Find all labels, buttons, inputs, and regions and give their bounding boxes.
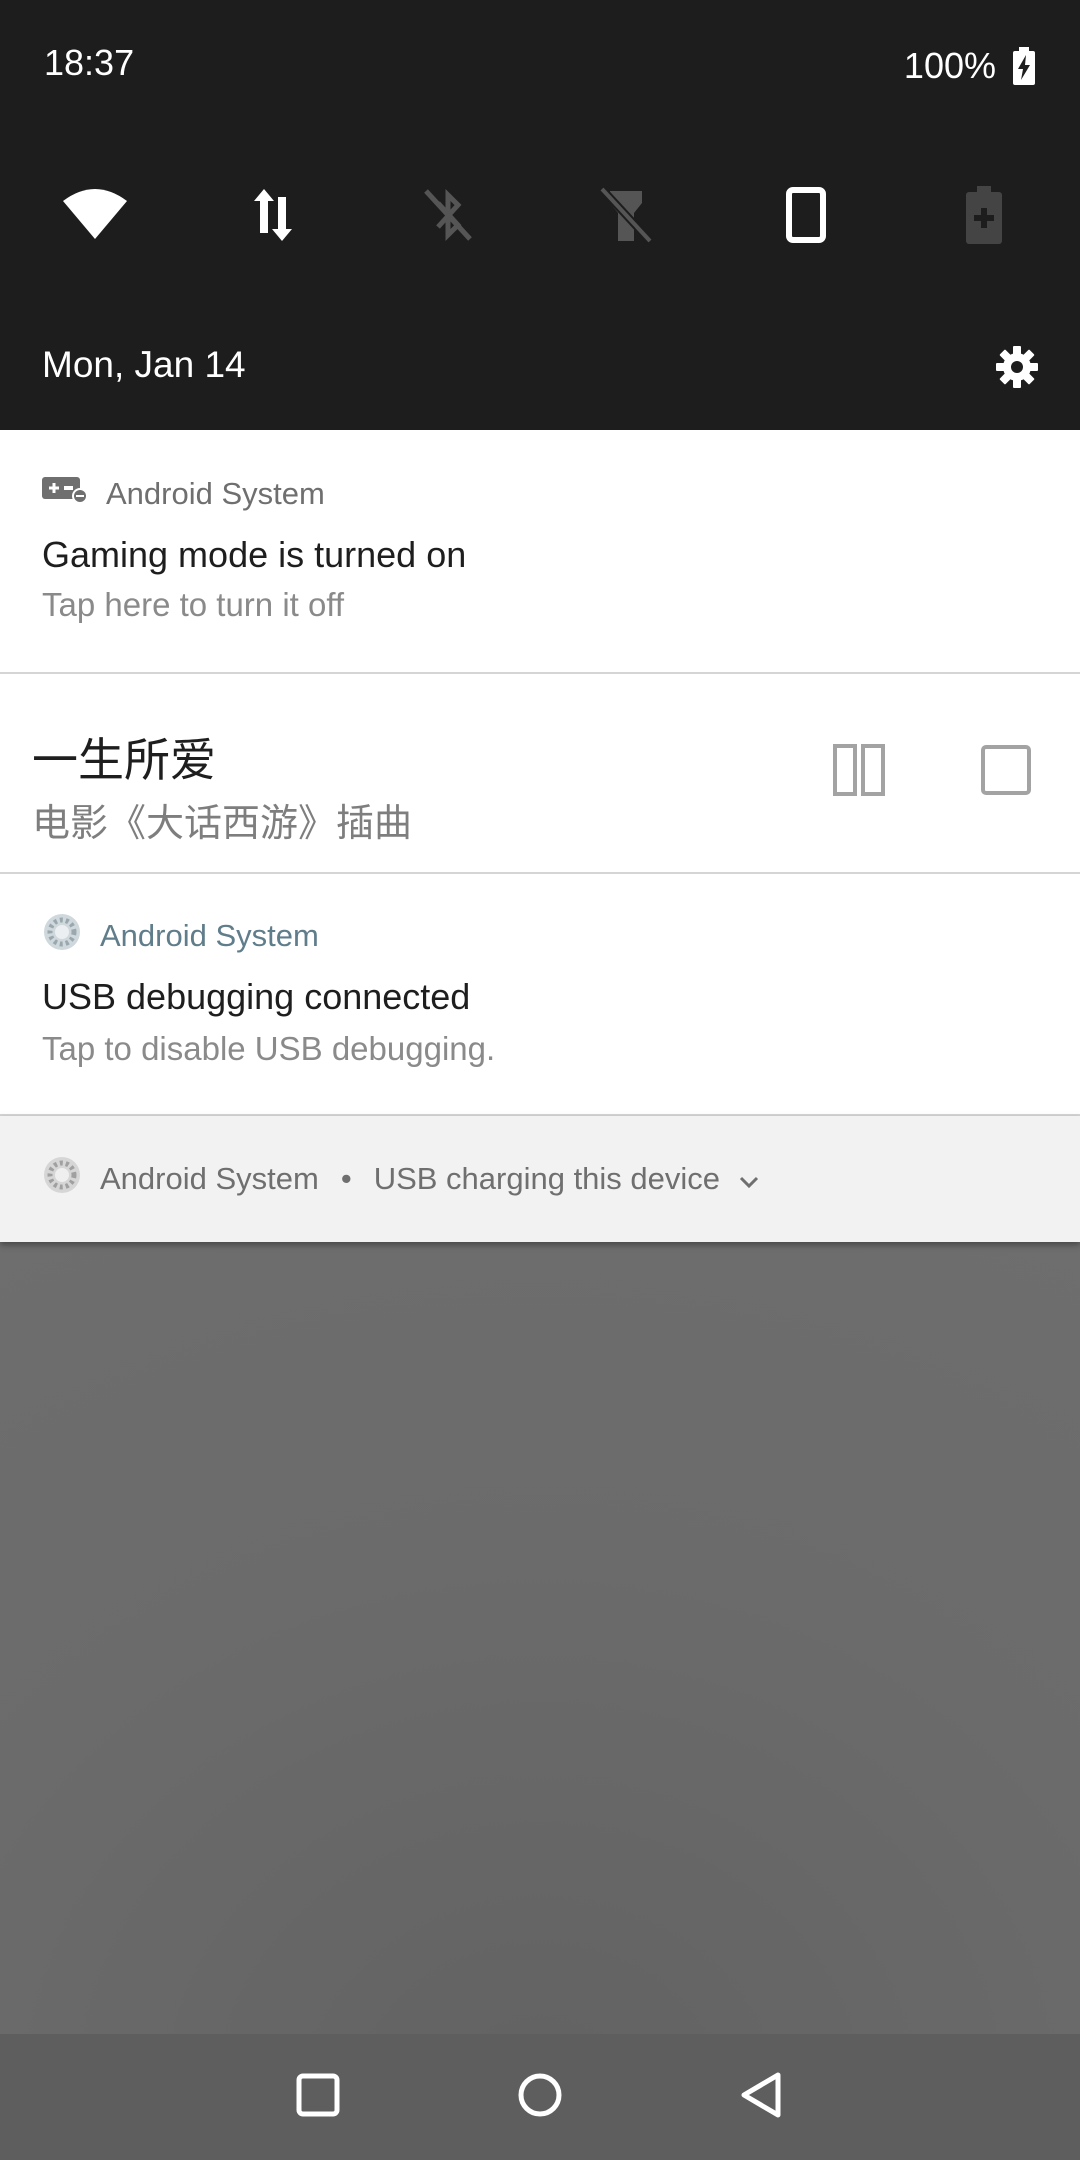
- status-bar: 18:37 100%: [0, 0, 1080, 130]
- battery-saver-icon: [964, 186, 1004, 244]
- wifi-tile[interactable]: [45, 165, 145, 265]
- wifi-icon: [62, 189, 128, 241]
- android-system-icon: [42, 912, 82, 960]
- recents-button[interactable]: [278, 2057, 358, 2137]
- status-clock: 18:37: [44, 42, 135, 83]
- notification-header: Android System: [42, 470, 325, 518]
- notification-header: Android System: [42, 912, 319, 960]
- usb-debugging-notification[interactable]: Android System USB debugging connected T…: [0, 874, 1080, 1116]
- notification-text: Tap to disable USB debugging.: [42, 1030, 496, 1067]
- media-title: 一生所爱: [32, 733, 216, 787]
- media-subtitle: 电影《大话西游》插曲: [32, 801, 413, 845]
- notification-app-name: Android System: [106, 476, 325, 511]
- battery-saver-tile[interactable]: [934, 165, 1034, 265]
- mobile-data-tile[interactable]: [223, 165, 323, 265]
- auto-rotate-icon: [786, 187, 826, 243]
- back-icon: [740, 2071, 784, 2124]
- home-button[interactable]: [500, 2057, 580, 2137]
- recents-icon: [296, 2073, 340, 2122]
- media-notification[interactable]: 一生所爱 电影《大话西游》插曲: [0, 674, 1080, 874]
- flashlight-off-icon: [596, 185, 656, 245]
- auto-rotate-tile[interactable]: [756, 165, 856, 265]
- chevron-down-icon[interactable]: [738, 1161, 760, 1197]
- home-icon: [517, 2072, 563, 2123]
- collapsed-notification-row: Android System • USB charging this devic…: [42, 1116, 760, 1242]
- usb-charging-notification[interactable]: Android System • USB charging this devic…: [0, 1116, 1080, 1242]
- mobile-data-icon: [248, 187, 298, 243]
- battery-percentage: 100%: [903, 45, 996, 86]
- battery-charging-icon: [1012, 47, 1036, 85]
- pause-icon: [833, 743, 885, 801]
- navigation-bar: [0, 2034, 1080, 2160]
- notification-title: Gaming mode is turned on: [42, 534, 467, 575]
- gear-icon: [995, 345, 1039, 394]
- battery-status: 100%: [904, 42, 1036, 90]
- gaming-mode-notification[interactable]: Android System Gaming mode is turned on …: [0, 430, 1080, 674]
- back-button[interactable]: [722, 2057, 802, 2137]
- notification-app-name: Android System: [100, 1161, 319, 1196]
- notification-text: Tap here to turn it off: [42, 586, 345, 623]
- bluetooth-tile[interactable]: [398, 165, 498, 265]
- bluetooth-off-icon: [418, 185, 478, 245]
- notification-title: USB debugging connected: [42, 976, 471, 1017]
- stop-button[interactable]: [966, 732, 1046, 812]
- settings-button[interactable]: [990, 342, 1044, 396]
- pause-button[interactable]: [819, 732, 899, 812]
- gamepad-icon: [42, 475, 88, 513]
- flashlight-tile[interactable]: [576, 165, 676, 265]
- separator-dot: •: [340, 1161, 352, 1196]
- quick-settings-row: [0, 165, 1080, 265]
- notification-text: USB charging this device: [373, 1161, 721, 1196]
- date-label: Mon, Jan 14: [42, 344, 246, 385]
- android-system-icon: [42, 1155, 82, 1203]
- notification-app-name: Android System: [100, 918, 319, 953]
- stop-icon: [980, 744, 1032, 801]
